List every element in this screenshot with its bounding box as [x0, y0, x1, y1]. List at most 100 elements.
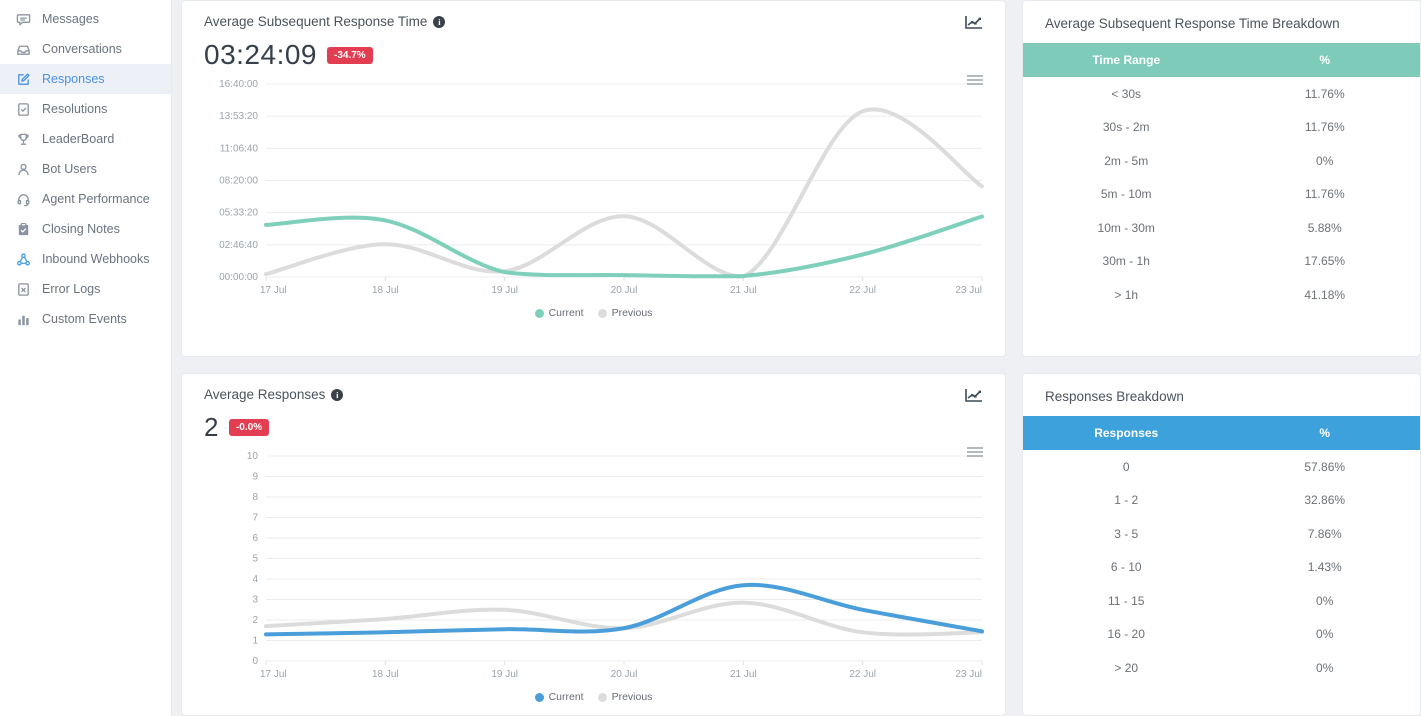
table-cell-percent: 0% — [1229, 618, 1420, 652]
sidebar-item-label: Error Logs — [42, 282, 100, 296]
table-row: > 1h41.18% — [1023, 278, 1420, 312]
legend-dot — [535, 693, 544, 702]
response-time-breakdown-table: Time Range%< 30s11.76%30s - 2m11.76%2m -… — [1023, 43, 1420, 312]
table-cell-range: 6 - 10 — [1023, 551, 1229, 585]
sidebar-item-conversations[interactable]: Conversations — [0, 34, 171, 64]
legend-label: Previous — [612, 307, 653, 319]
responses-breakdown-table: Responses%057.86%1 - 232.86%3 - 57.86%6 … — [1023, 416, 1420, 685]
table-row: 1 - 232.86% — [1023, 484, 1420, 518]
svg-text:00:00:00: 00:00:00 — [219, 272, 258, 283]
svg-text:4: 4 — [252, 574, 258, 585]
inbox-icon — [15, 41, 31, 57]
sidebar-item-error-logs[interactable]: Error Logs — [0, 274, 171, 304]
sidebar-item-closing-notes[interactable]: Closing Notes — [0, 214, 171, 244]
svg-text:5: 5 — [252, 554, 258, 565]
table-header-cell: % — [1229, 43, 1420, 77]
chat-icon — [15, 11, 31, 27]
table-cell-range: 11 - 15 — [1023, 584, 1229, 618]
responses-chart-area: 01234567891017 Jul18 Jul19 Jul20 Jul21 J… — [204, 447, 983, 703]
table-cell-percent: 32.86% — [1229, 484, 1420, 518]
response-time-chart: 00:00:0002:46:4005:33:2008:20:0011:06:40… — [204, 75, 985, 299]
chart-menu-icon[interactable] — [967, 73, 983, 87]
table-cell-percent: 0% — [1229, 584, 1420, 618]
info-icon[interactable]: i — [433, 16, 445, 28]
sidebar-item-inbound-webhooks[interactable]: Inbound Webhooks — [0, 244, 171, 274]
info-icon[interactable]: i — [331, 389, 343, 401]
trend-chart-icon[interactable] — [965, 15, 983, 29]
table-cell-range: 5m - 10m — [1023, 178, 1229, 212]
table-cell-range: 0 — [1023, 450, 1229, 484]
table-cell-range: 16 - 20 — [1023, 618, 1229, 652]
response-time-card-title: Average Subsequent Response Time — [204, 14, 427, 29]
main-content: Average Subsequent Response Time i 03:24… — [172, 0, 1421, 716]
sidebar-item-label: Responses — [42, 72, 105, 86]
svg-text:8: 8 — [252, 492, 258, 503]
legend-item-previous[interactable]: Previous — [598, 307, 653, 319]
bar-chart-icon — [15, 311, 31, 327]
response-time-breakdown-card: Average Subsequent Response Time Breakdo… — [1022, 0, 1421, 357]
response-time-value: 03:24:09 — [204, 39, 317, 71]
legend-dot — [598, 693, 607, 702]
svg-text:05:33:20: 05:33:20 — [219, 208, 258, 219]
sidebar-item-label: LeaderBoard — [42, 132, 114, 146]
table-cell-percent: 1.43% — [1229, 551, 1420, 585]
responses-chart: 01234567891017 Jul18 Jul19 Jul20 Jul21 J… — [204, 447, 985, 683]
table-cell-range: 30m - 1h — [1023, 245, 1229, 279]
edit-icon — [15, 71, 31, 87]
sidebar-item-leaderboard[interactable]: LeaderBoard — [0, 124, 171, 154]
table-header-cell: Time Range — [1023, 43, 1229, 77]
svg-text:3: 3 — [252, 595, 258, 606]
table-row: 057.86% — [1023, 450, 1420, 484]
table-cell-range: 3 - 5 — [1023, 517, 1229, 551]
table-cell-range: 2m - 5m — [1023, 144, 1229, 178]
svg-text:1: 1 — [252, 636, 258, 647]
sidebar-item-label: Closing Notes — [42, 222, 120, 236]
trend-chart-icon[interactable] — [965, 388, 983, 402]
legend-label: Current — [549, 691, 584, 703]
svg-text:18 Jul: 18 Jul — [372, 285, 399, 296]
legend-item-previous[interactable]: Previous — [598, 691, 653, 703]
table-row: 30s - 2m11.76% — [1023, 111, 1420, 145]
svg-text:21 Jul: 21 Jul — [730, 285, 757, 296]
sidebar: MessagesConversations Responses Resolution… — [0, 0, 172, 716]
response-time-chart-area: 00:00:0002:46:4005:33:2008:20:0011:06:40… — [204, 75, 983, 319]
table-cell-percent: 11.76% — [1229, 178, 1420, 212]
legend-item-current[interactable]: Current — [535, 307, 584, 319]
svg-text:7: 7 — [252, 513, 258, 524]
svg-text:02:46:40: 02:46:40 — [219, 240, 258, 251]
user-icon — [15, 161, 31, 177]
legend-dot — [598, 309, 607, 318]
chart-legend: Current Previous — [204, 691, 983, 703]
responses-card: Average Responses i 2 -0.0% — [181, 373, 1006, 716]
svg-text:10: 10 — [247, 451, 259, 462]
sidebar-item-agent-performance[interactable]: Agent Performance — [0, 184, 171, 214]
svg-text:20 Jul: 20 Jul — [611, 285, 638, 296]
clipboard-icon — [15, 221, 31, 237]
sidebar-item-messages[interactable]: Messages — [0, 4, 171, 34]
table-row: 30m - 1h17.65% — [1023, 245, 1420, 279]
table-header-cell: % — [1229, 416, 1420, 450]
sidebar-item-resolutions[interactable]: Resolutions — [0, 94, 171, 124]
legend-label: Previous — [612, 691, 653, 703]
file-x-icon — [15, 281, 31, 297]
sidebar-item-bot-users[interactable]: Bot Users — [0, 154, 171, 184]
chart-menu-icon[interactable] — [967, 445, 983, 459]
table-cell-percent: 0% — [1229, 144, 1420, 178]
sidebar-item-label: Custom Events — [42, 312, 127, 326]
table-cell-percent: 11.76% — [1229, 77, 1420, 111]
legend-item-current[interactable]: Current — [535, 691, 584, 703]
svg-text:08:20:00: 08:20:00 — [219, 176, 258, 187]
response-time-change-badge: -34.7% — [327, 47, 373, 64]
breakdown-title: Responses Breakdown — [1023, 387, 1420, 416]
sidebar-item-custom-events[interactable]: Custom Events — [0, 304, 171, 334]
sidebar-item-responses[interactable]: Responses — [0, 64, 171, 94]
table-cell-range: < 30s — [1023, 77, 1229, 111]
svg-text:9: 9 — [252, 472, 258, 483]
svg-text:2: 2 — [252, 615, 258, 626]
legend-label: Current — [549, 307, 584, 319]
responses-card-title: Average Responses — [204, 387, 325, 402]
svg-text:19 Jul: 19 Jul — [491, 285, 518, 296]
svg-text:18 Jul: 18 Jul — [372, 669, 399, 680]
response-time-card: Average Subsequent Response Time i 03:24… — [181, 0, 1006, 357]
table-cell-percent: 41.18% — [1229, 278, 1420, 312]
